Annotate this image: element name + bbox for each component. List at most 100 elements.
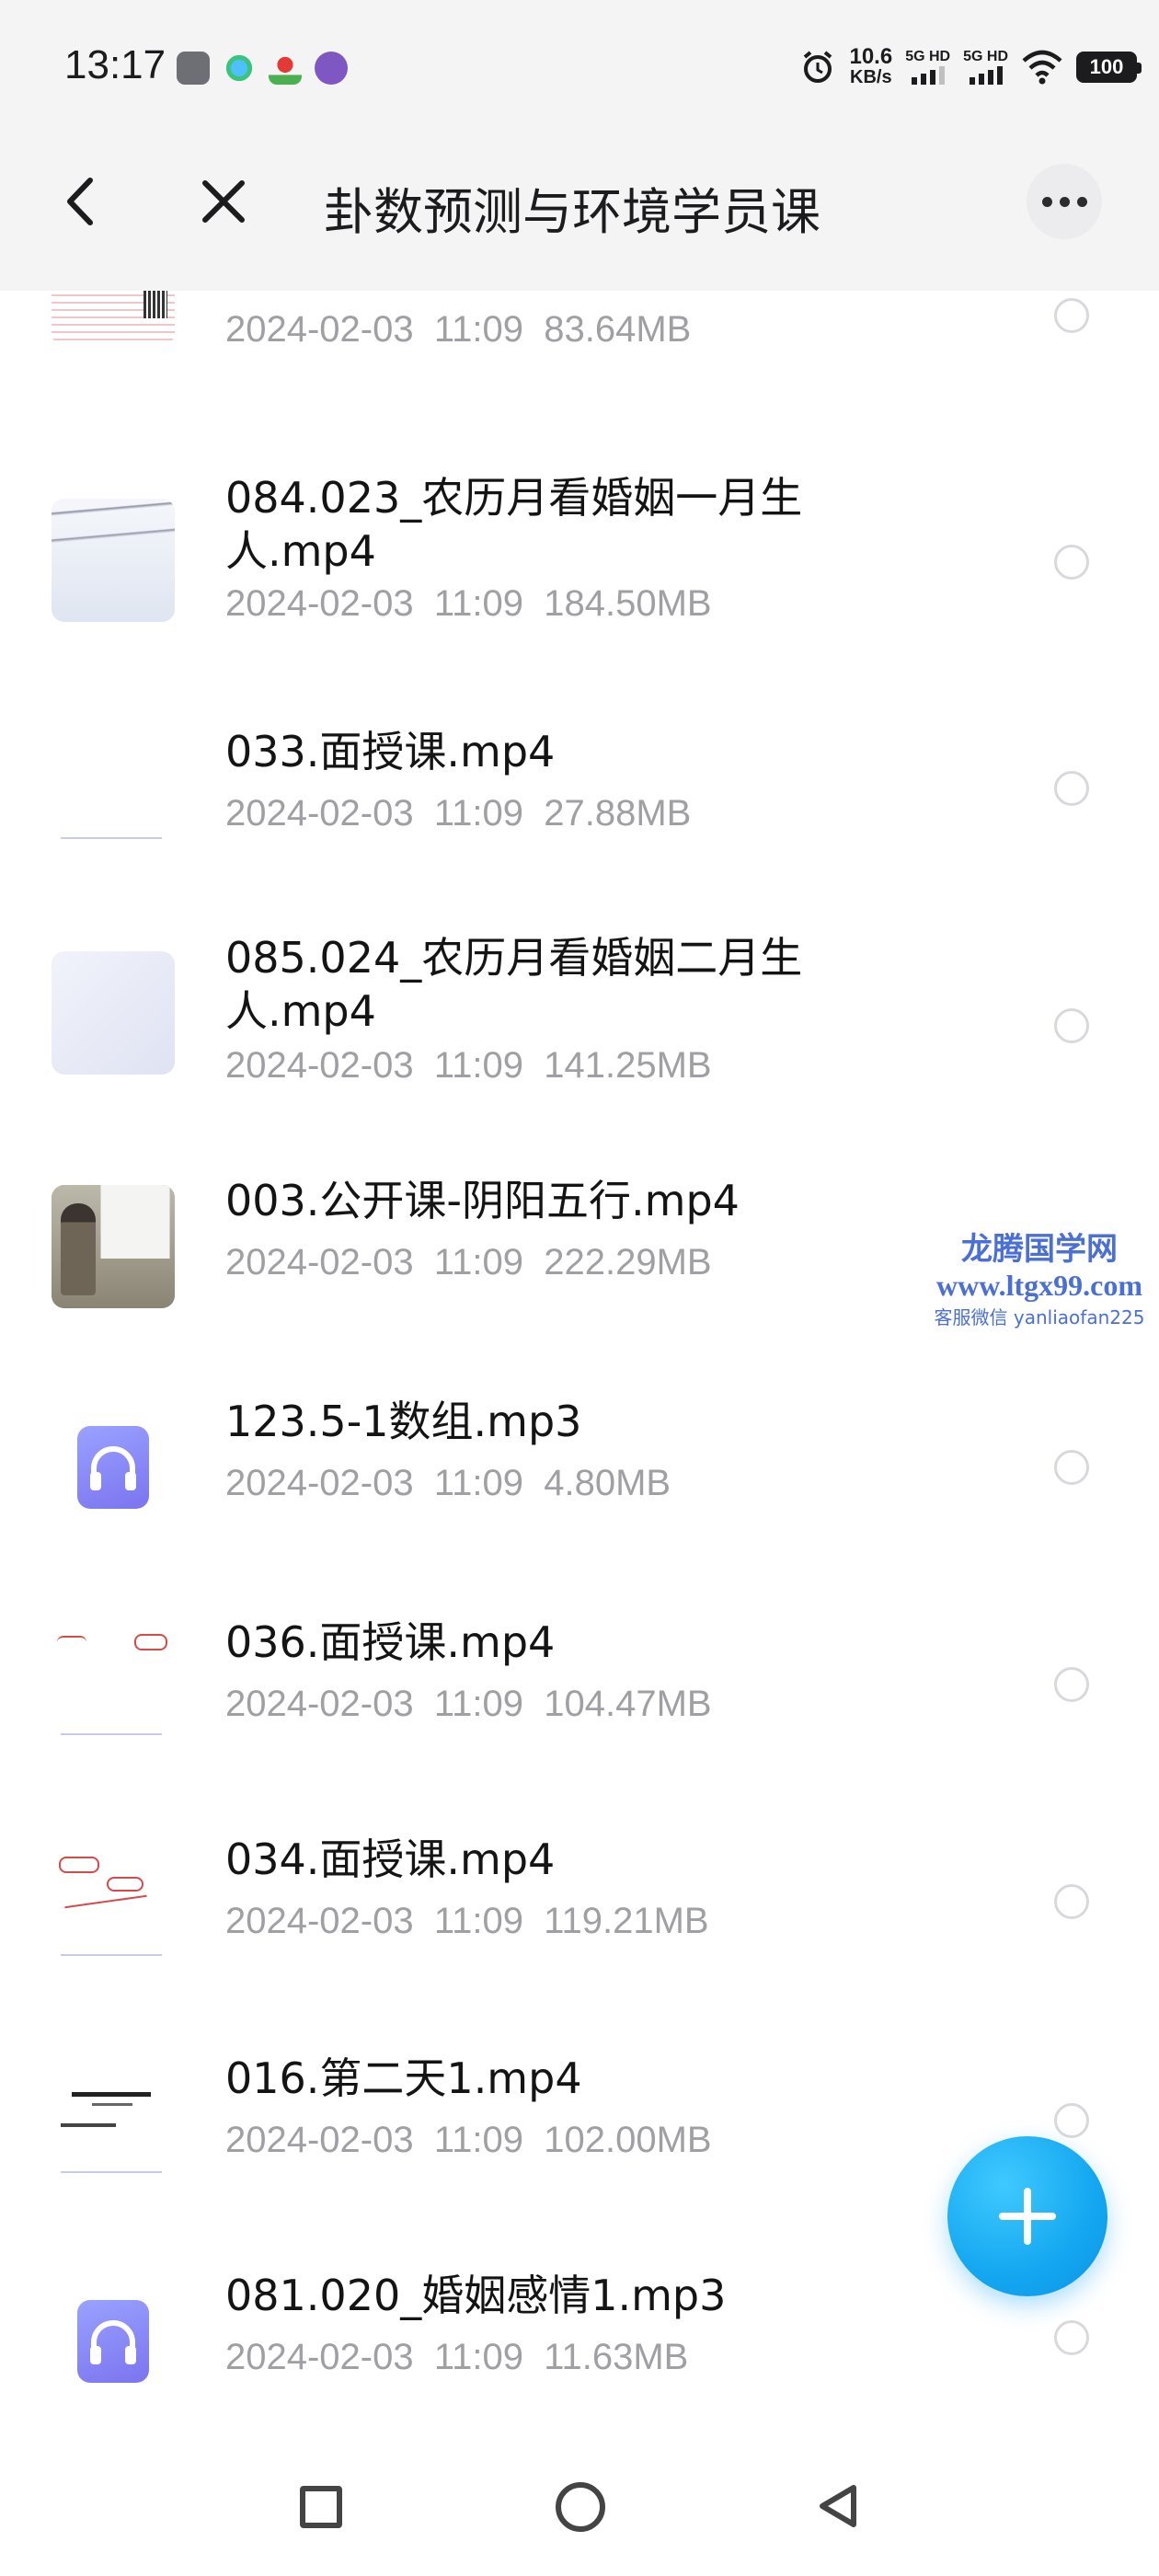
watermark-line2: www.ltgx99.com — [936, 1269, 1142, 1302]
file-thumbnail — [52, 1185, 175, 1308]
system-nav-bar — [0, 2429, 1159, 2576]
select-radio[interactable] — [1054, 1884, 1089, 1919]
recent-apps-button[interactable] — [300, 2486, 342, 2528]
net-speed-value: 10.6 — [849, 44, 893, 69]
select-radio[interactable] — [1054, 1667, 1089, 1702]
select-radio[interactable] — [1054, 545, 1089, 580]
file-time: 11:09 — [433, 1045, 523, 1086]
file-meta: 2024-02-03 11:09 104.47MB — [225, 1684, 712, 1725]
select-radio[interactable] — [1054, 1450, 1089, 1485]
file-time: 11:09 — [433, 583, 523, 624]
file-date: 2024-02-03 — [225, 1901, 414, 1941]
file-meta: 2024-02-03 11:09 27.88MB — [225, 793, 691, 834]
signal-bars-icon — [970, 66, 1003, 85]
file-date: 2024-02-03 — [225, 583, 414, 624]
select-radio[interactable] — [1054, 2103, 1089, 2138]
headphones-icon — [90, 2320, 136, 2364]
watermark-line1: 龙腾国学网 — [961, 1231, 1118, 1268]
file-meta: 2024-02-03 11:09 141.25MB — [225, 1045, 712, 1087]
more-dot — [1041, 196, 1052, 207]
file-date: 2024-02-03 — [225, 2337, 414, 2377]
gallery-icon — [177, 52, 210, 85]
file-size: 4.80MB — [544, 1463, 671, 1503]
file-size: 104.47MB — [544, 1684, 712, 1724]
select-radio[interactable] — [1054, 298, 1089, 333]
list-item[interactable]: 034.面授课.mp4 2024-02-03 11:09 119.21MB — [0, 1833, 1159, 2052]
file-meta: 2024-02-03 11:09 83.64MB — [225, 309, 691, 351]
map-app-icon — [269, 52, 302, 85]
file-time: 11:09 — [433, 2120, 523, 2160]
headphones-icon — [90, 1446, 136, 1490]
file-thumbnail — [52, 2063, 175, 2186]
file-size: 184.50MB — [544, 583, 712, 624]
file-size: 11.63MB — [544, 2337, 689, 2377]
alarm-icon — [804, 51, 832, 83]
file-thumbnail — [52, 729, 175, 852]
more-dot — [1076, 196, 1087, 207]
audio-file-icon — [77, 1426, 149, 1509]
file-time: 11:09 — [433, 1684, 523, 1724]
file-date: 2024-02-03 — [225, 1463, 414, 1503]
file-time: 11:09 — [433, 793, 523, 834]
more-dot — [1059, 196, 1070, 207]
sim1-signal: 5G HD — [905, 50, 950, 85]
file-name: 123.5-1数组.mp3 — [225, 1397, 582, 1446]
status-app-icons — [177, 52, 348, 85]
add-button[interactable] — [947, 2136, 1107, 2296]
cloud-app-icon — [223, 52, 256, 85]
back-button[interactable] — [50, 169, 114, 234]
select-radio[interactable] — [1054, 771, 1089, 806]
list-item[interactable]: 085.024_农历月看婚姻二月生人.mp4 2024-02-03 11:09 … — [0, 931, 1159, 1174]
file-time: 11:09 — [433, 1463, 523, 1503]
more-options-button[interactable] — [1027, 164, 1102, 239]
status-indicators: 10.6 KB/s 5G HD 5G HD 100 — [799, 44, 1142, 90]
file-thumbnail — [52, 1625, 175, 1748]
watermark: 龙腾国学网 www.ltgx99.com 客服微信 yanliaofan225 — [920, 1224, 1159, 1329]
list-item[interactable]: 084.023_农历月看婚姻一月生人.mp4 2024-02-03 11:09 … — [0, 456, 1159, 696]
close-button[interactable] — [191, 169, 256, 234]
file-size: 119.21MB — [544, 1901, 709, 1941]
list-item[interactable]: 081.020_婚姻感情1.mp3 2024-02-03 11:09 11.63… — [0, 2269, 1159, 2429]
wifi-icon — [1022, 50, 1062, 85]
file-thumbnail — [52, 951, 175, 1075]
file-date: 2024-02-03 — [225, 1242, 414, 1282]
signal-bars-icon — [912, 66, 946, 85]
list-item[interactable]: 036.面授课.mp4 2024-02-03 11:09 104.47MB — [0, 1616, 1159, 1833]
file-name: 085.024_农历月看婚姻二月生人.mp4 — [225, 933, 803, 1036]
file-date: 2024-02-03 — [225, 1684, 414, 1724]
link-app-icon — [315, 52, 348, 85]
sim2-label: 5G HD — [963, 49, 1008, 64]
file-thumbnail — [52, 291, 175, 346]
file-time: 11:09 — [433, 1242, 523, 1282]
status-bar: 13:17 10.6 KB/s 5G HD 5G HD 100 — [0, 0, 1159, 116]
file-list: 2024-02-03 11:09 83.64MB 084.023_农历月看婚姻一… — [0, 291, 1159, 2429]
file-meta: 2024-02-03 11:09 4.80MB — [225, 1463, 671, 1504]
watermark-line3: 客服微信 yanliaofan225 — [934, 1306, 1145, 1328]
file-time: 11:09 — [433, 2337, 523, 2377]
file-name: 016.第二天1.mp4 — [225, 2053, 582, 2103]
file-name: 036.面授课.mp4 — [225, 1617, 556, 1667]
system-back-button[interactable] — [813, 2480, 865, 2532]
file-name: 003.公开课-阴阳五行.mp4 — [225, 1176, 740, 1225]
file-time: 11:09 — [433, 1901, 523, 1941]
list-item[interactable]: 2024-02-03 11:09 83.64MB — [0, 291, 1159, 401]
sim1-label: 5G HD — [905, 49, 951, 64]
file-time: 11:09 — [433, 309, 523, 350]
file-name: 084.023_农历月看婚姻一月生人.mp4 — [225, 473, 803, 576]
select-radio[interactable] — [1054, 2320, 1089, 2355]
list-item[interactable]: 033.面授课.mp4 2024-02-03 11:09 27.88MB — [0, 696, 1159, 931]
file-name: 081.020_婚姻感情1.mp3 — [225, 2271, 727, 2320]
file-size: 27.88MB — [544, 793, 692, 834]
audio-file-icon — [77, 2300, 149, 2383]
file-name: 033.面授课.mp4 — [225, 727, 556, 776]
file-size: 83.64MB — [544, 309, 692, 350]
net-speed: 10.6 KB/s — [849, 44, 893, 88]
file-meta: 2024-02-03 11:09 102.00MB — [225, 2120, 712, 2161]
list-item[interactable]: 123.5-1数组.mp3 2024-02-03 11:09 4.80MB — [0, 1395, 1159, 1616]
file-date: 2024-02-03 — [225, 793, 414, 834]
select-radio[interactable] — [1054, 1008, 1089, 1043]
file-date: 2024-02-03 — [225, 2120, 414, 2160]
file-meta: 2024-02-03 11:09 11.63MB — [225, 2337, 688, 2378]
home-button[interactable] — [556, 2482, 605, 2532]
battery-icon: 100 — [1076, 52, 1142, 83]
